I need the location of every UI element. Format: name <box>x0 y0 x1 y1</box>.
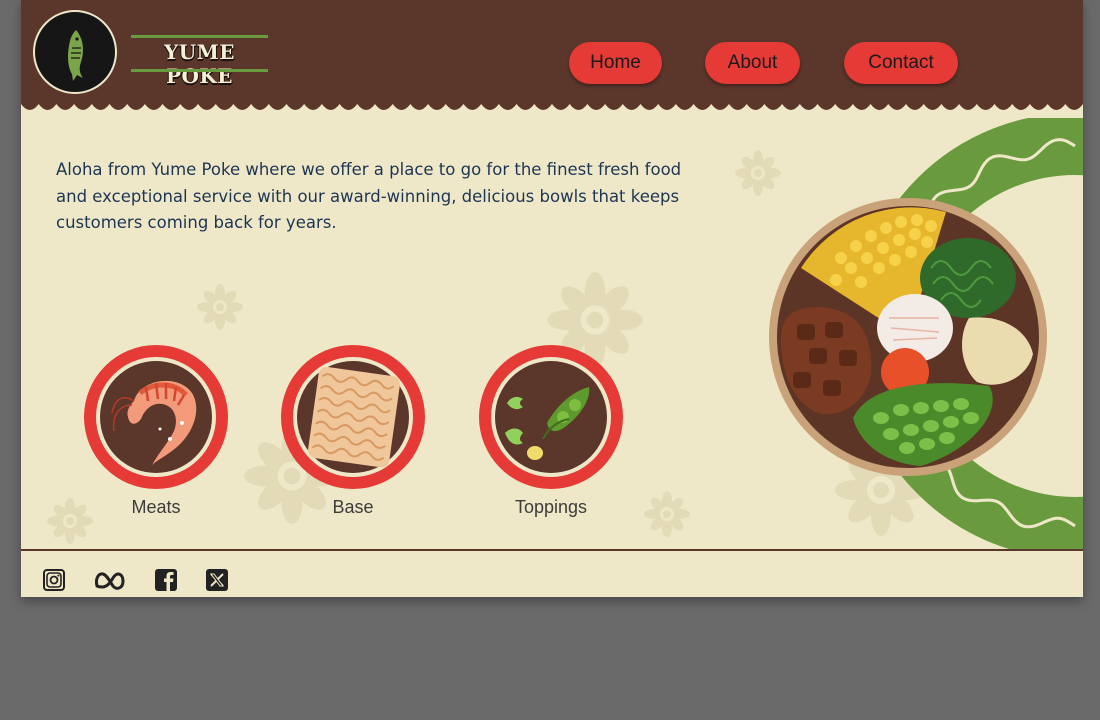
page: YUME POKE Home About Contact Aloha from … <box>21 0 1083 597</box>
intro-text: Aloha from Yume Poke where we offer a pl… <box>56 160 682 232</box>
facebook-icon[interactable] <box>154 568 178 592</box>
nav-home-button[interactable]: Home <box>569 42 662 84</box>
shrimp-icon <box>84 345 228 489</box>
meta-icon[interactable] <box>93 568 127 592</box>
logo[interactable] <box>33 10 117 94</box>
edamame-icon <box>479 345 623 489</box>
instagram-icon[interactable] <box>42 568 66 592</box>
category-label: Meats <box>131 497 181 517</box>
category-label: Base <box>332 497 374 517</box>
noodles-icon <box>281 345 425 489</box>
nav-contact-button[interactable]: Contact <box>844 42 958 84</box>
nav-about-button[interactable]: About <box>705 42 800 84</box>
footer-divider <box>21 549 1083 551</box>
flower-decoration <box>197 284 243 330</box>
x-icon[interactable] <box>205 568 229 592</box>
brand-bar-bottom <box>131 69 268 72</box>
poke-bowl-image <box>769 118 1083 550</box>
flower-decoration <box>644 491 690 537</box>
category-label: Toppings <box>514 497 588 517</box>
site-header: YUME POKE Home About Contact <box>21 0 1083 112</box>
brand-title: YUME POKE <box>131 35 268 88</box>
brand-name: YUME POKE <box>163 40 236 88</box>
fish-icon <box>68 30 84 81</box>
brand-bar-top <box>131 35 268 38</box>
